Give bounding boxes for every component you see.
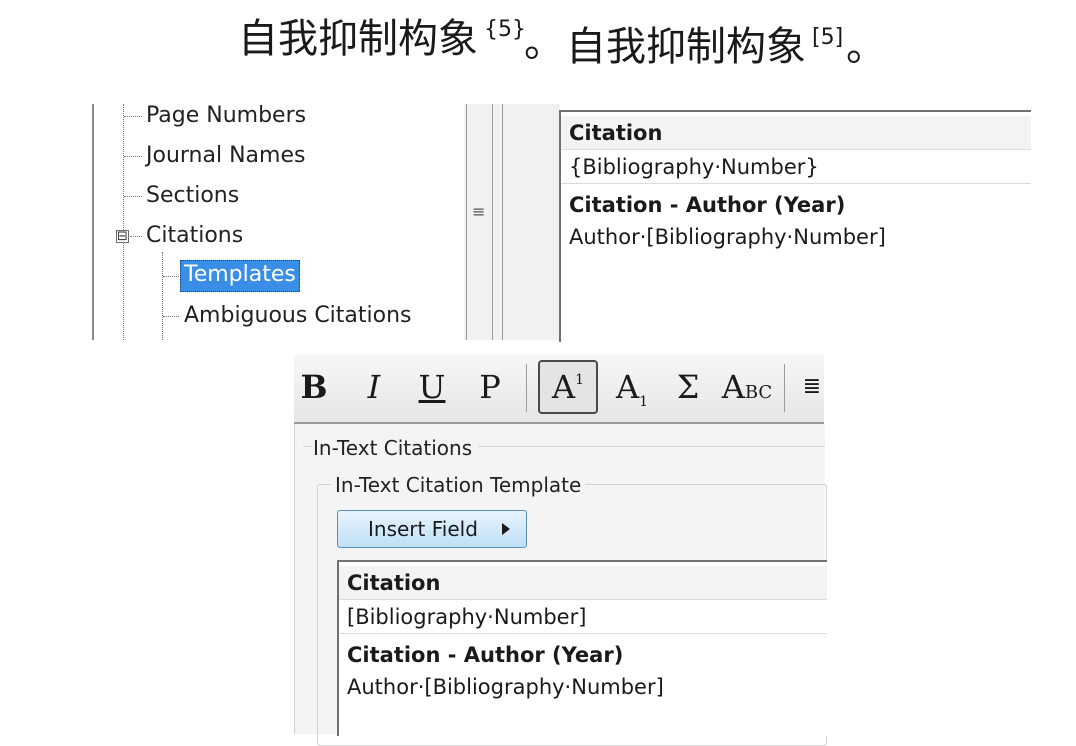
- section-title: In-Text Citations: [313, 434, 479, 462]
- tree-item-ambiguous-citations[interactable]: Ambiguous Citations: [184, 301, 412, 331]
- caption-right-period: 。: [846, 24, 886, 70]
- triangle-right-icon: [502, 523, 510, 535]
- caption-left-period: 。: [524, 20, 564, 66]
- in-text-template-editor[interactable]: Citation [Bibliography·Number] Citation …: [337, 560, 827, 736]
- insert-field-button[interactable]: Insert Field: [337, 510, 527, 548]
- subscript-letter: A: [615, 368, 640, 406]
- template-heading-author-year: Citation - Author (Year): [569, 193, 846, 217]
- collapse-icon[interactable]: ⊟: [116, 230, 129, 243]
- plain-button[interactable]: P: [472, 360, 508, 414]
- subscript-button[interactable]: A1: [610, 360, 654, 414]
- caption-left-superscript: {5}: [484, 17, 526, 42]
- template-heading-citation: Citation: [561, 116, 1031, 150]
- justify-icon[interactable]: ≣: [800, 360, 824, 414]
- template-line-citation[interactable]: {Bibliography·Number}: [561, 150, 1031, 184]
- tree-item-citations[interactable]: Citations: [146, 221, 243, 251]
- template-heading-citation: Citation: [339, 566, 827, 600]
- small-caps-button[interactable]: ABC: [720, 360, 774, 414]
- citation-template-preview[interactable]: Citation {Bibliography·Number} Citation …: [559, 110, 1031, 342]
- tree-connector: [163, 316, 179, 317]
- bold-button[interactable]: B: [296, 360, 332, 414]
- tree-connector: [130, 236, 142, 237]
- panel-splitter[interactable]: ≡: [464, 104, 560, 340]
- smallcaps-letter: A: [721, 368, 745, 406]
- tree-connector: [124, 116, 142, 117]
- tree-panel-border: [92, 104, 94, 340]
- template-line-author-year[interactable]: Author·[Bibliography·Number]: [561, 220, 1031, 254]
- format-toolbar: B I U P A1 A1 Σ ABC ≣: [294, 354, 824, 424]
- toolbar-separator: [784, 364, 785, 412]
- tree-item-sections[interactable]: Sections: [146, 181, 239, 211]
- toolbar-separator: [526, 364, 527, 412]
- insert-field-label: Insert Field: [368, 517, 478, 541]
- tree-connector: [163, 276, 179, 277]
- in-text-citations-dialog: In-Text Citations In-Text Citation Templ…: [294, 424, 827, 746]
- subscript-mark: 1: [639, 394, 649, 410]
- italic-button[interactable]: I: [356, 360, 392, 414]
- tree-connector: [124, 196, 142, 197]
- group-title: In-Text Citation Template: [331, 471, 586, 499]
- tree-item-templates[interactable]: Templates: [180, 260, 300, 292]
- tree-sub-trunk-line: [162, 252, 163, 340]
- template-heading-author-year: Citation - Author (Year): [347, 643, 624, 667]
- caption-right-text: 自我抑制构象: [566, 24, 806, 70]
- splitter-line: [466, 104, 467, 340]
- superscript-button[interactable]: A1: [538, 360, 598, 414]
- superscript-letter: A: [551, 368, 576, 406]
- superscript-mark: 1: [575, 372, 585, 388]
- caption-left-text: 自我抑制构象: [238, 16, 478, 62]
- tree-trunk-line: [123, 104, 124, 340]
- template-line-author-year[interactable]: Author·[Bibliography·Number]: [339, 670, 827, 704]
- tree-item-journal-names[interactable]: Journal Names: [146, 141, 305, 171]
- caption-right-superscript: [5]: [812, 25, 844, 50]
- style-tree-panel: Page Numbers Journal Names Sections ⊟ Ci…: [90, 101, 460, 340]
- smallcaps-mark: BC: [744, 382, 773, 403]
- caption: 自我抑制构象 {5} 。 自我抑制构象 [5] 。: [0, 14, 1076, 74]
- splitter-grip-icon[interactable]: ≡: [472, 202, 485, 221]
- tree-item-page-numbers[interactable]: Page Numbers: [146, 101, 306, 131]
- underline-button[interactable]: U: [414, 360, 450, 414]
- symbol-button[interactable]: Σ: [668, 360, 708, 414]
- splitter-line: [502, 104, 503, 340]
- tree-connector: [124, 156, 142, 157]
- template-line-citation[interactable]: [Bibliography·Number]: [339, 600, 827, 634]
- splitter-line: [492, 104, 493, 340]
